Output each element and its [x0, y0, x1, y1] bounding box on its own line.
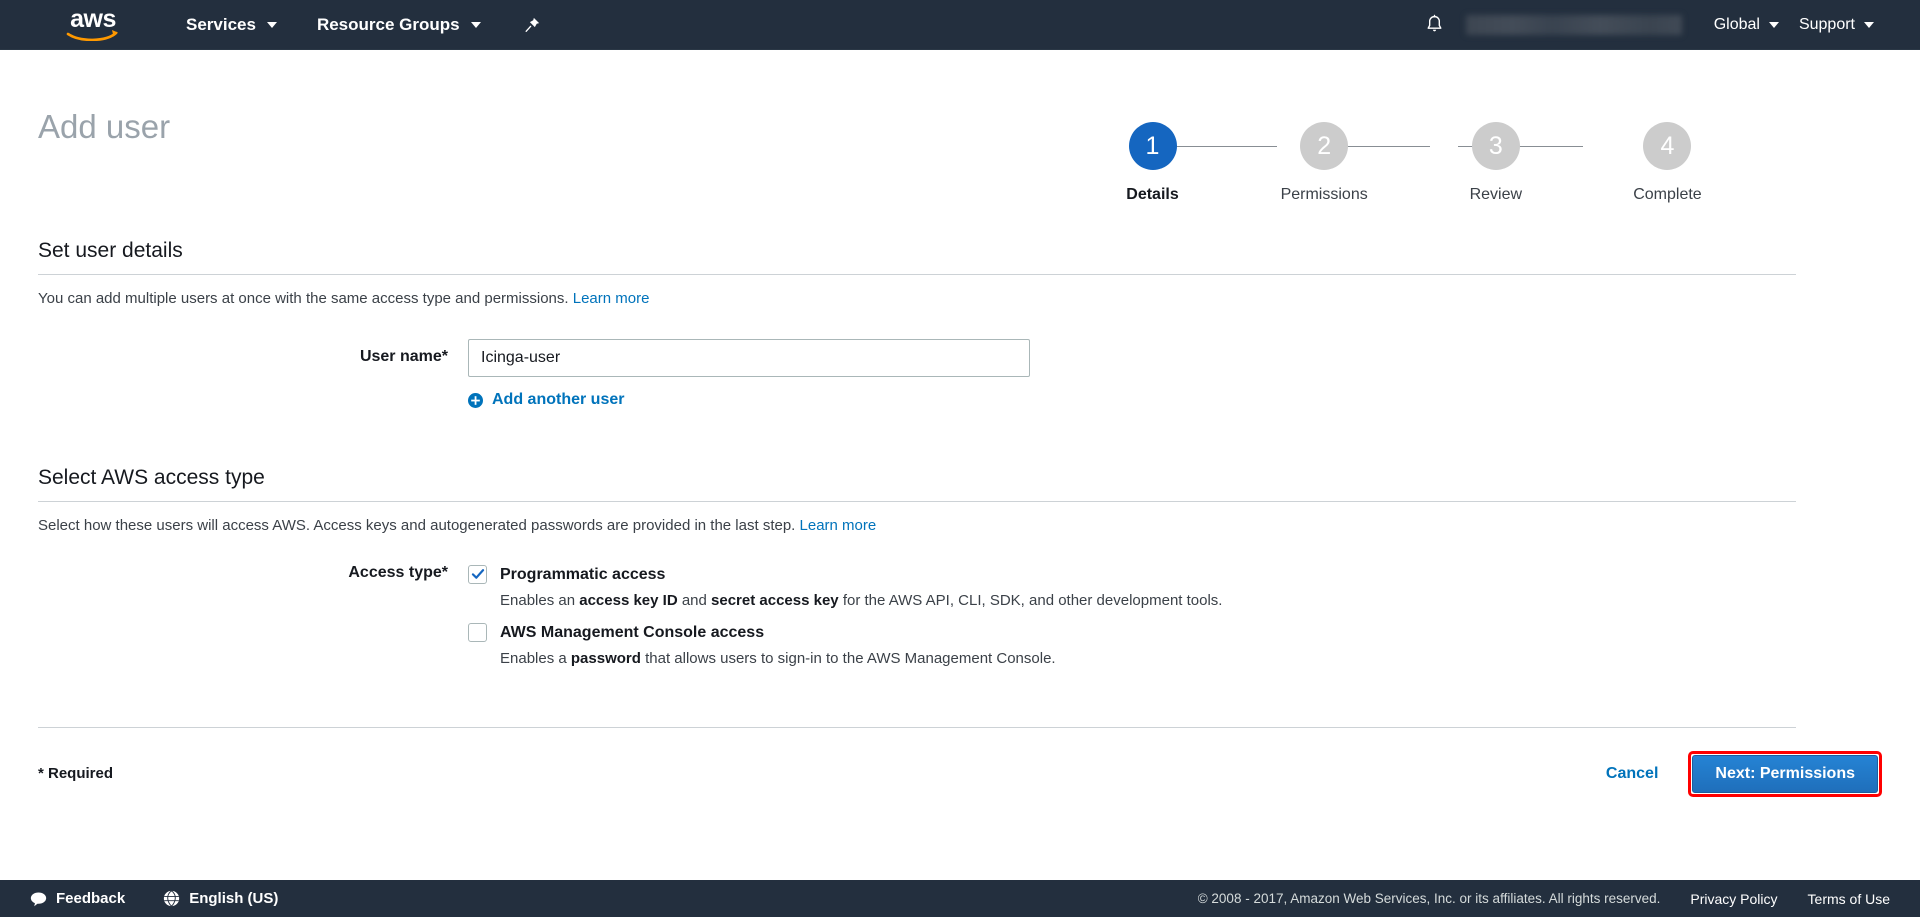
wizard-step-label: Details	[1126, 186, 1179, 203]
wizard-step-indicator: 1 Details 2 Permissions 3 Review 4 Compl…	[1090, 122, 1730, 232]
access-type-option-programmatic[interactable]: Programmatic access Enables an access ke…	[468, 564, 1882, 611]
language-label: English (US)	[189, 890, 279, 907]
add-another-user-button[interactable]: Add another user	[468, 391, 624, 409]
access-type-label: Access type*	[348, 563, 448, 581]
account-name-redacted[interactable]	[1465, 14, 1682, 35]
nav-resource-groups-label: Resource Groups	[316, 14, 460, 34]
wizard-step-circle: 4	[1643, 122, 1692, 170]
select-access-type-learn-more-link[interactable]: Learn more	[800, 517, 877, 534]
access-type-option-console[interactable]: AWS Management Console access Enables a …	[468, 622, 1882, 669]
add-another-user-label: Add another user	[492, 391, 625, 408]
pushpin-glyph	[525, 17, 539, 32]
actions-right-group: Cancel Next: Permissions	[1606, 750, 1882, 797]
checkmark-icon	[471, 569, 484, 579]
select-access-type-section: Select AWS access type Select how these …	[0, 465, 1920, 669]
wizard-step-circle: 1	[1128, 122, 1177, 170]
wizard-step-complete[interactable]: 4 Complete	[1605, 122, 1730, 204]
select-access-type-description-text: Select how these users will access AWS. …	[38, 516, 796, 534]
section-divider	[38, 500, 1796, 502]
chevron-down-icon	[266, 21, 277, 28]
select-access-type-title: Select AWS access type	[38, 465, 265, 489]
speech-bubble-glyph	[30, 892, 47, 906]
bottom-bar: Feedback English (US) © 2008 - 2017, Ama…	[0, 880, 1920, 917]
nav-services[interactable]: Services	[180, 0, 283, 50]
wizard-step-label: Permissions	[1280, 186, 1368, 203]
user-name-label: User name*	[359, 348, 448, 365]
user-name-row: User name* Add another user	[38, 339, 1882, 413]
actions-bar: * Required Cancel Next: Permissions	[0, 750, 1920, 797]
plus-circle-icon	[468, 392, 483, 408]
select-access-type-description: Select how these users will access AWS. …	[38, 516, 1882, 536]
copyright-text: © 2008 - 2017, Amazon Web Services, Inc.…	[1197, 891, 1661, 906]
programmatic-access-title: Programmatic access	[500, 565, 666, 583]
wizard-step-circle: 3	[1471, 122, 1520, 170]
page-body: Add user 1 Details 2 Permissions 3 Revie…	[0, 50, 1920, 917]
desc-suffix: for the AWS API, CLI, SDK, and other dev…	[838, 591, 1223, 609]
programmatic-access-text: Programmatic access Enables an access ke…	[500, 564, 1222, 611]
desc-prefix: Enables an	[500, 591, 580, 609]
pushpin-icon[interactable]	[521, 14, 543, 36]
nav-support-label: Support	[1798, 15, 1855, 33]
desc-mid: and	[677, 591, 712, 609]
wizard-step-label: Complete	[1633, 186, 1702, 203]
nav-support[interactable]: Support	[1789, 0, 1884, 50]
feedback-label: Feedback	[56, 890, 126, 907]
speech-bubble-icon	[30, 891, 47, 907]
aws-logo-wordmark: aws	[70, 5, 116, 33]
console-access-title: AWS Management Console access	[500, 623, 765, 641]
section-divider	[38, 274, 1796, 275]
wizard-step-review[interactable]: 3 Review	[1433, 122, 1558, 204]
programmatic-access-checkbox[interactable]	[468, 564, 487, 584]
desc-bold-password: password	[570, 649, 641, 667]
next-permissions-button[interactable]: Next: Permissions	[1692, 754, 1878, 793]
nav-services-label: Services	[186, 14, 256, 34]
required-note: * Required	[38, 765, 114, 782]
terms-of-use-link[interactable]: Terms of Use	[1808, 891, 1890, 907]
access-type-options: Programmatic access Enables an access ke…	[468, 564, 1882, 669]
actions-divider	[38, 726, 1796, 728]
aws-logo-swoosh-icon	[66, 30, 118, 41]
aws-logo[interactable]: aws	[62, 5, 124, 45]
nav-resource-groups[interactable]: Resource Groups	[311, 0, 487, 50]
plus-circle-glyph	[468, 392, 483, 408]
desc-prefix: Enables a	[500, 649, 571, 667]
set-user-details-description: You can add multiple users at once with …	[38, 289, 1882, 309]
feedback-button[interactable]: Feedback	[30, 890, 125, 907]
privacy-policy-link[interactable]: Privacy Policy	[1690, 891, 1777, 907]
wizard-steps-row: 1 Details 2 Permissions 3 Review 4 Compl…	[1090, 122, 1730, 204]
desc-bold-access-key-id: access key ID	[579, 591, 678, 609]
chevron-down-icon	[1864, 21, 1874, 28]
globe-icon	[163, 890, 180, 907]
bell-glyph	[1427, 14, 1442, 32]
user-name-input[interactable]	[468, 339, 1030, 377]
console-access-checkbox[interactable]	[468, 622, 487, 642]
top-navigation-bar: aws Services Resource Groups Global Supp…	[0, 0, 1920, 50]
set-user-details-description-text: You can add multiple users at once with …	[38, 290, 569, 307]
bottom-bar-right: © 2008 - 2017, Amazon Web Services, Inc.…	[1198, 891, 1920, 907]
wizard-step-permissions[interactable]: 2 Permissions	[1262, 122, 1387, 204]
language-selector[interactable]: English (US)	[163, 890, 278, 907]
programmatic-access-description: Enables an access key ID and secret acce…	[500, 591, 1222, 611]
set-user-details-section: Set user details You can add multiple us…	[0, 238, 1920, 413]
nav-region-global[interactable]: Global	[1704, 0, 1789, 50]
cancel-button[interactable]: Cancel	[1606, 765, 1658, 783]
wizard-step-label: Review	[1469, 186, 1523, 203]
chevron-down-icon	[1768, 21, 1779, 28]
wizard-step-details[interactable]: 1 Details	[1090, 122, 1215, 204]
notifications-bell-icon[interactable]	[1422, 12, 1448, 38]
globe-glyph	[164, 890, 180, 907]
user-name-control: Add another user	[468, 339, 1882, 413]
nav-region-label: Global	[1713, 15, 1760, 33]
chevron-down-icon	[470, 21, 481, 28]
access-type-row: Access type* Programmatic access Enables…	[38, 564, 1882, 669]
desc-suffix: that allows users to sign-in to the AWS …	[640, 649, 1056, 667]
console-access-text: AWS Management Console access Enables a …	[500, 622, 1056, 669]
nav-right-group: Global Support	[1422, 0, 1920, 50]
set-user-details-title: Set user details	[38, 239, 183, 262]
console-access-description: Enables a password that allows users to …	[500, 649, 1056, 669]
wizard-step-circle: 2	[1300, 122, 1349, 170]
set-user-details-learn-more-link[interactable]: Learn more	[573, 290, 650, 307]
next-button-highlight: Next: Permissions	[1688, 750, 1882, 797]
desc-bold-secret-access-key: secret access key	[711, 591, 839, 609]
